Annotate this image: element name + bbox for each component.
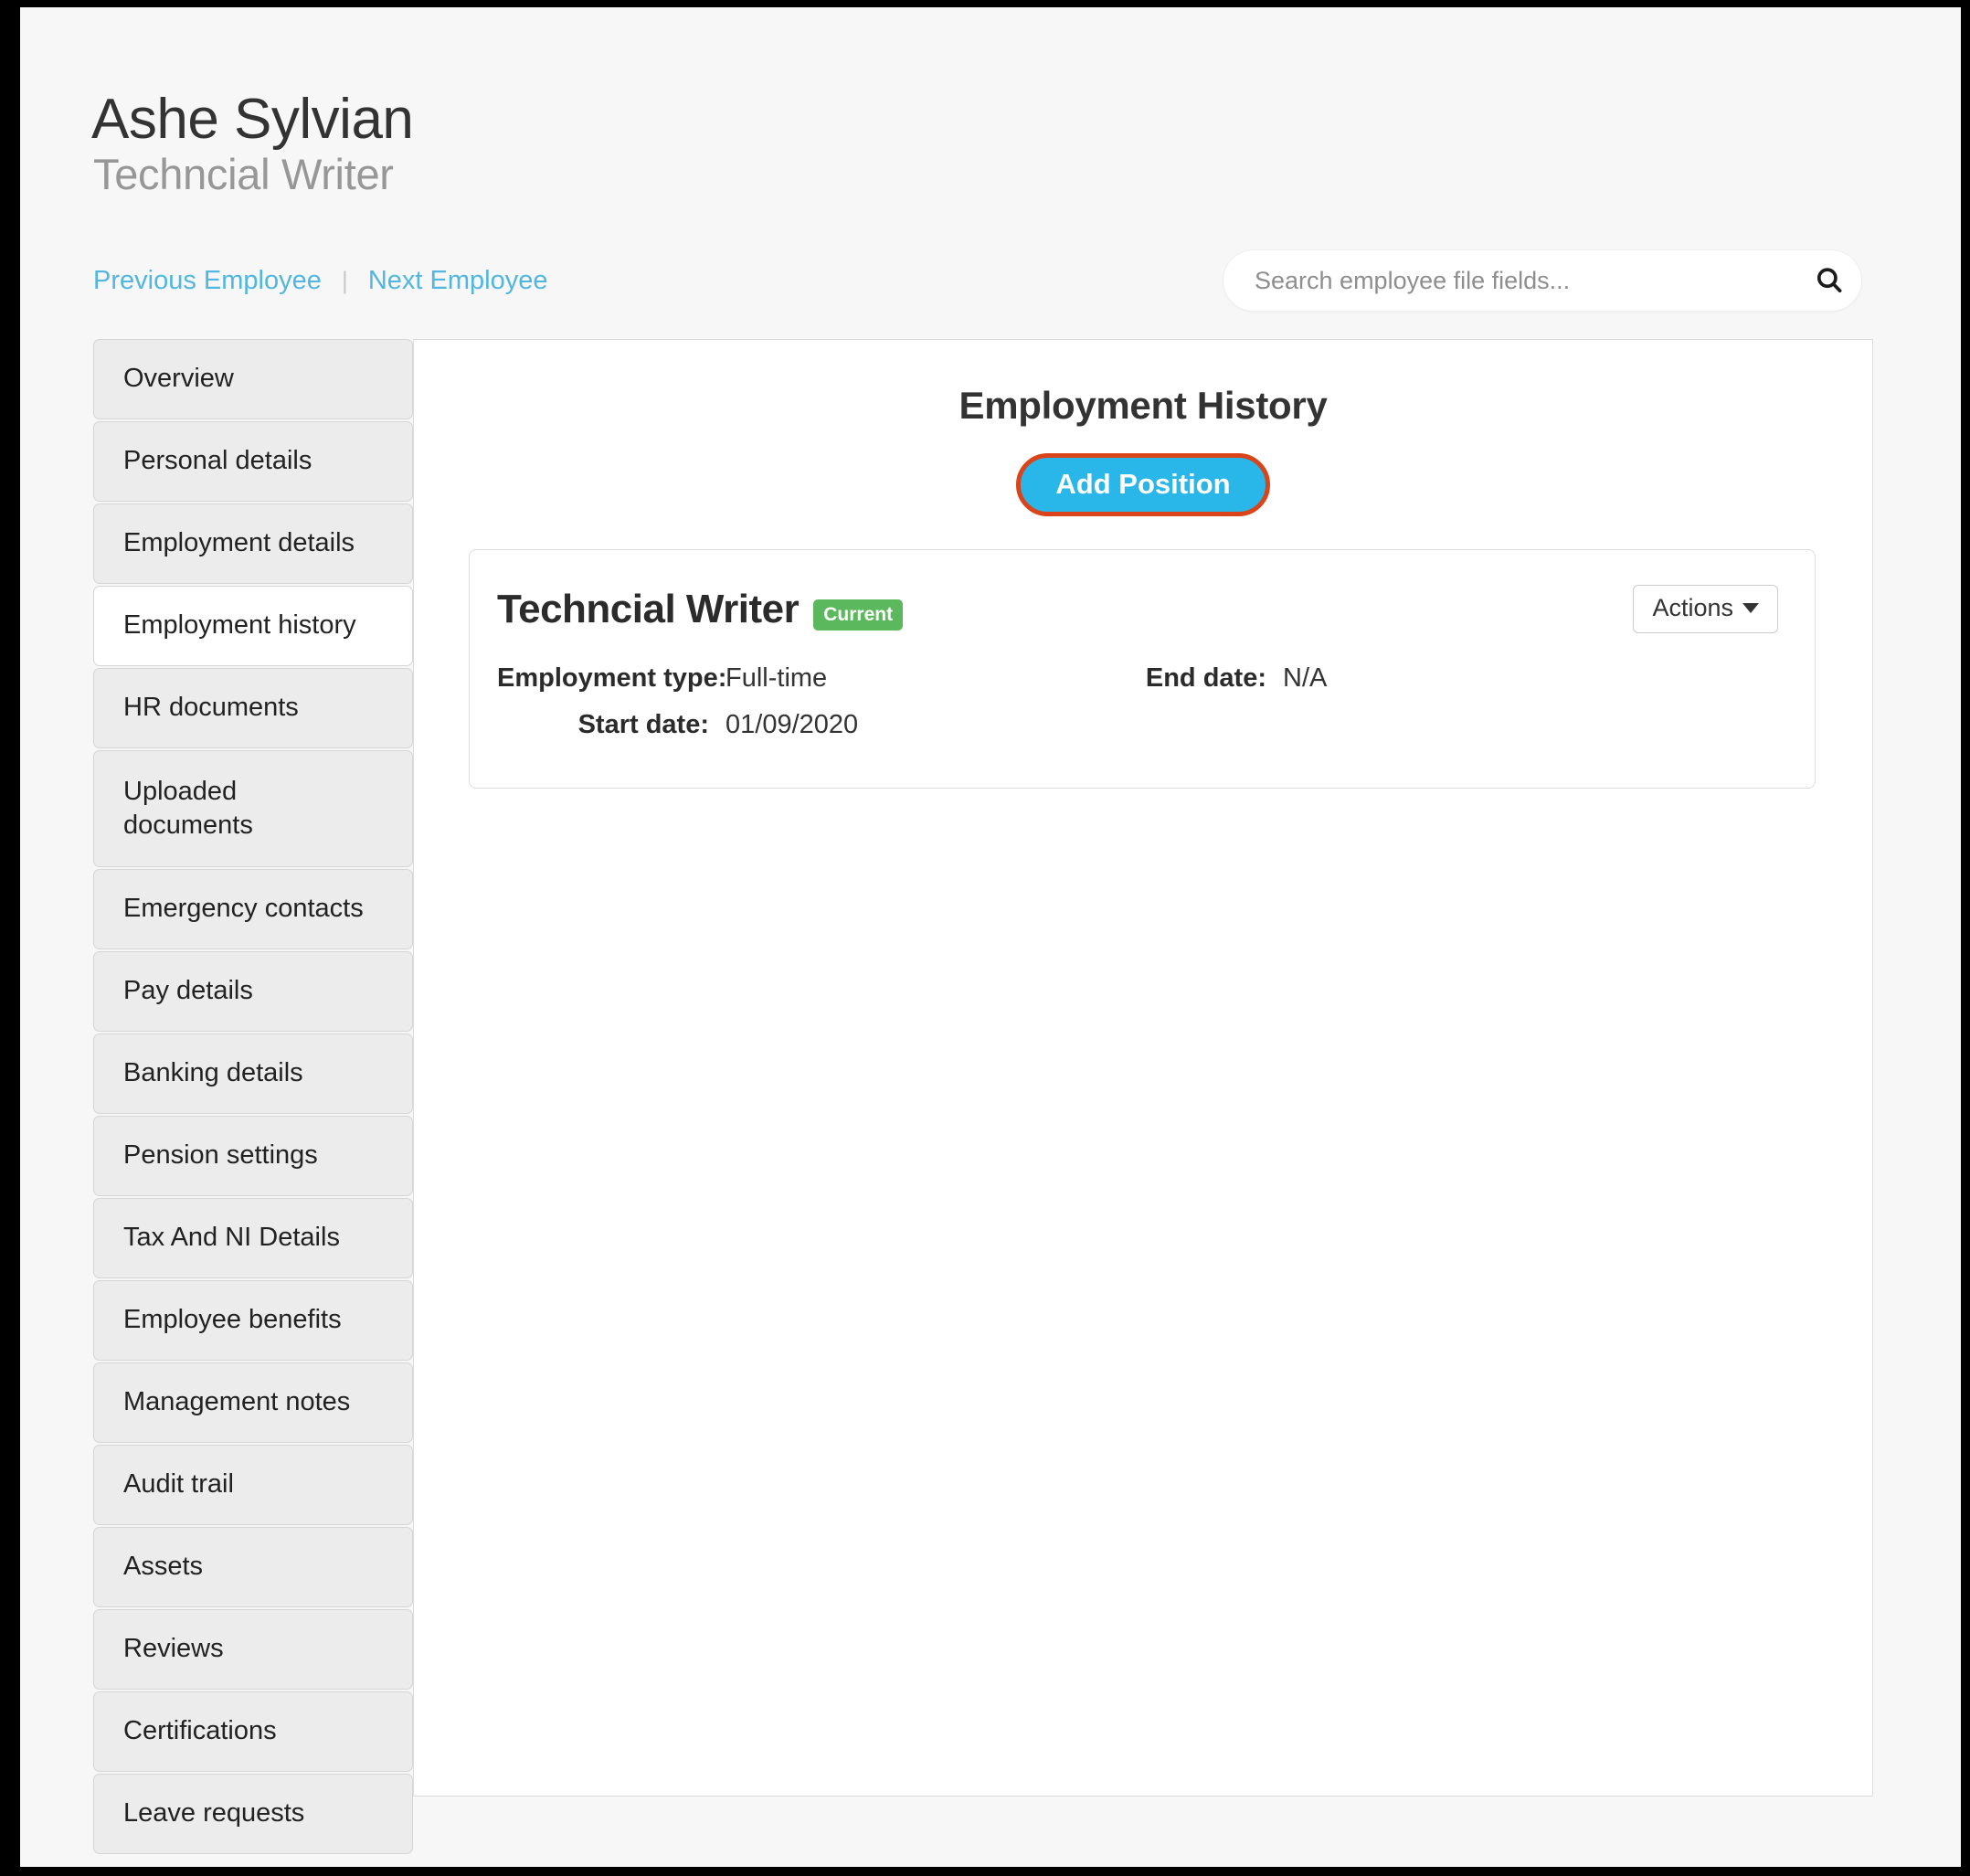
sidebar-item-employee-benefits[interactable]: Employee benefits xyxy=(93,1280,413,1361)
employee-name: Ashe Sylvian xyxy=(91,88,414,151)
sidebar-item-label: HR documents xyxy=(123,693,299,723)
sidebar-item-uploaded-documents[interactable]: Uploaded documents xyxy=(93,750,413,867)
status-badge: Current xyxy=(813,599,904,631)
previous-employee-link[interactable]: Previous Employee xyxy=(93,266,322,296)
next-employee-link[interactable]: Next Employee xyxy=(368,266,548,296)
sidebar-item-label: Leave requests xyxy=(123,1798,305,1828)
sidebar-item-label: Emergency contacts xyxy=(123,894,364,924)
sidebar-item-label: Pension settings xyxy=(123,1140,318,1171)
sidebar-item-personal-details[interactable]: Personal details xyxy=(93,421,413,502)
sidebar-item-banking-details[interactable]: Banking details xyxy=(93,1033,413,1114)
sidebar-item-audit-trail[interactable]: Audit trail xyxy=(93,1445,413,1525)
employment-type-value: Full-time xyxy=(726,663,828,694)
end-date-label: End date: xyxy=(1145,663,1266,694)
end-date-value: N/A xyxy=(1283,663,1328,694)
sidebar-item-certifications[interactable]: Certifications xyxy=(93,1691,413,1772)
sidebar-item-employment-details[interactable]: Employment details xyxy=(93,503,413,584)
sidebar-item-label: Certifications xyxy=(123,1716,277,1746)
employment-type-label: Employment type: xyxy=(497,663,727,694)
page-body: Overview Personal details Employment det… xyxy=(20,332,1961,1867)
add-position-button[interactable]: Add Position xyxy=(1016,453,1270,517)
sidebar-item-label: Personal details xyxy=(123,446,312,476)
start-date-value: 01/09/2020 xyxy=(726,710,859,740)
sidebar-item-label: Management notes xyxy=(123,1387,351,1417)
sidebar-item-leave-requests[interactable]: Leave requests xyxy=(93,1774,413,1854)
sidebar-item-label: Employment details xyxy=(123,528,355,558)
employee-navigation: Previous Employee | Next Employee xyxy=(93,266,548,296)
position-title: Techncial Writer xyxy=(497,587,800,632)
employment-history-panel: Employment History Add Position Techncia… xyxy=(413,339,1873,1797)
screenshot-frame: Ashe Sylvian Techncial Writer Previous E… xyxy=(0,0,1970,1876)
sidebar-item-employment-history[interactable]: Employment history xyxy=(93,586,413,666)
nav-separator: | xyxy=(341,267,348,294)
page-header: Ashe Sylvian Techncial Writer Previous E… xyxy=(20,7,1961,332)
search-icon[interactable] xyxy=(1797,265,1861,296)
sidebar-item-label: Uploaded documents xyxy=(123,776,253,840)
actions-dropdown-button[interactable]: Actions xyxy=(1633,585,1778,634)
sidebar-item-label: Audit trail xyxy=(123,1469,234,1500)
sidebar-item-pay-details[interactable]: Pay details xyxy=(93,951,413,1032)
sidebar-item-reviews[interactable]: Reviews xyxy=(93,1609,413,1690)
sidebar-item-management-notes[interactable]: Management notes xyxy=(93,1362,413,1443)
search-bar[interactable] xyxy=(1223,249,1862,312)
start-date-label: Start date: xyxy=(577,710,709,740)
sidebar-item-label: Reviews xyxy=(123,1634,224,1664)
sidebar-item-hr-documents[interactable]: HR documents xyxy=(93,668,413,748)
sidebar-item-tax-and-ni-details[interactable]: Tax And NI Details xyxy=(93,1198,413,1278)
position-field-grid: Employment type: Full-time End date: N/A… xyxy=(497,663,1771,740)
position-card-header: Techncial Writer Current xyxy=(497,587,1771,632)
sidebar-item-overview[interactable]: Overview xyxy=(93,339,413,419)
search-input[interactable] xyxy=(1223,266,1797,295)
sidebar-item-label: Employee benefits xyxy=(123,1305,342,1335)
employee-job-title: Techncial Writer xyxy=(93,150,394,198)
sidebar-item-assets[interactable]: Assets xyxy=(93,1527,413,1607)
actions-label: Actions xyxy=(1652,594,1733,622)
sidebar-item-label: Tax And NI Details xyxy=(123,1223,340,1253)
sidebar-item-label: Employment history xyxy=(123,610,356,641)
sidebar-item-label: Overview xyxy=(123,364,234,394)
employee-file-sidebar: Overview Personal details Employment det… xyxy=(93,339,413,1856)
sidebar-item-label: Assets xyxy=(123,1552,204,1582)
employee-file-page: Ashe Sylvian Techncial Writer Previous E… xyxy=(20,7,1961,1867)
page-title: Employment History xyxy=(959,384,1328,427)
sidebar-item-emergency-contacts[interactable]: Emergency contacts xyxy=(93,869,413,949)
position-card: Techncial Writer Current Actions Employm… xyxy=(469,549,1816,790)
chevron-down-icon xyxy=(1742,603,1759,614)
sidebar-item-label: Banking details xyxy=(123,1058,303,1088)
sidebar-item-pension-settings[interactable]: Pension settings xyxy=(93,1116,413,1196)
add-position-row: Add Position xyxy=(414,453,1872,517)
sidebar-item-label: Pay details xyxy=(123,976,253,1006)
